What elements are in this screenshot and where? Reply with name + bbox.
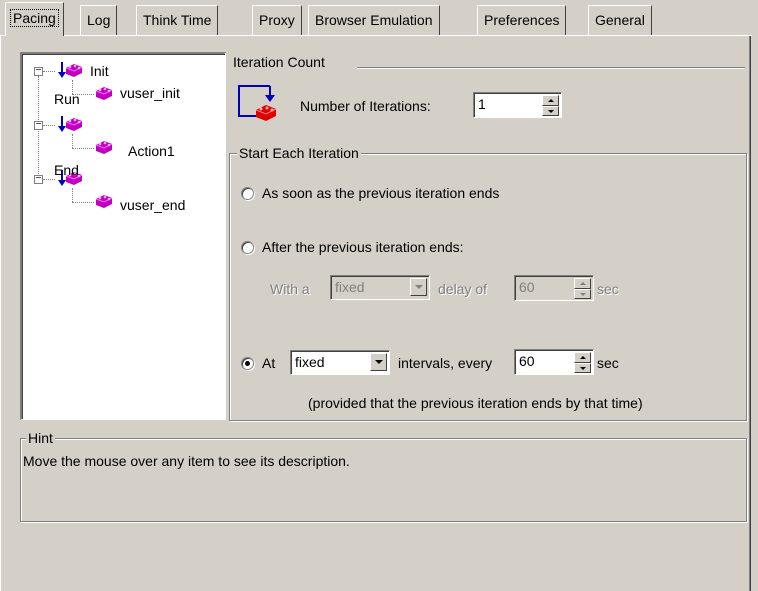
number-of-iterations-label: Number of Iterations: <box>300 98 431 114</box>
hint-group <box>20 438 747 522</box>
spin-up-icon[interactable] <box>542 95 559 106</box>
hint-title: Hint <box>26 430 55 446</box>
tab-pacing[interactable]: Pacing <box>5 2 64 36</box>
interval-type-dropdown[interactable]: fixed <box>290 350 390 375</box>
spin-up-icon[interactable] <box>574 278 591 289</box>
section-icon <box>58 116 83 132</box>
interval-value: 60 <box>519 353 535 369</box>
tree-run-text[interactable]: Run <box>54 90 80 108</box>
action-icon <box>95 195 113 208</box>
tree-border <box>22 54 225 419</box>
delay-type-dropdown[interactable]: fixed <box>330 275 430 300</box>
spin-down-icon[interactable] <box>574 363 591 373</box>
interval-type-value: fixed <box>295 354 325 370</box>
tree-node-vuser-init-label: vuser_init <box>120 85 180 101</box>
tab-panel-left-edge <box>0 35 1 591</box>
action-icon <box>95 87 113 100</box>
tab-log[interactable]: Log <box>80 5 118 35</box>
tree-node-action1-label: Action1 <box>128 143 175 159</box>
section-icon <box>58 62 83 78</box>
chevron-down-icon[interactable] <box>370 353 387 371</box>
action-icon <box>95 141 113 154</box>
hint-text: Move the mouse over any item to see its … <box>23 453 350 469</box>
tab-panel-right-shadow <box>749 36 750 591</box>
iteration-icon <box>238 85 277 121</box>
collapse-icon[interactable]: − <box>34 66 43 76</box>
interval-sec-label: sec <box>597 355 619 371</box>
tree-connector <box>72 148 94 149</box>
tab-panel-border <box>0 35 752 36</box>
delay-value-field[interactable]: 60 <box>514 275 594 301</box>
iteration-count-title: Iteration Count <box>233 54 325 70</box>
interval-value-field[interactable]: 60 <box>514 349 594 375</box>
number-of-iterations-value: 1 <box>478 96 486 112</box>
intervals-every-label: intervals, every <box>398 355 493 371</box>
delay-value: 60 <box>519 279 535 295</box>
tab-log-label: Log <box>87 12 111 28</box>
tab-panel-right-edge <box>750 35 751 591</box>
start-each-iteration-title: Start Each Iteration <box>237 145 361 161</box>
interval-spinner[interactable] <box>574 352 591 373</box>
tree-end-text[interactable]: End <box>54 161 79 179</box>
delay-type-value: fixed <box>335 279 365 295</box>
tab-general[interactable]: General <box>588 5 652 35</box>
iterations-spinner[interactable] <box>542 95 559 116</box>
delay-sec-label: sec <box>597 281 619 297</box>
chevron-down-icon[interactable] <box>410 278 427 296</box>
spin-up-icon[interactable] <box>574 352 591 363</box>
collapse-icon[interactable]: − <box>34 174 43 184</box>
collapse-icon[interactable]: − <box>34 120 43 130</box>
action-tree[interactable]: − Init vuser_init − Run <box>20 52 226 420</box>
option-at-label[interactable]: At <box>262 354 275 372</box>
tab-think-time[interactable]: Think Time <box>136 5 219 35</box>
radio-after-previous[interactable] <box>241 241 254 254</box>
tree-node-init-label: Init <box>90 63 109 79</box>
option-after-previous-label[interactable]: After the previous iteration ends: <box>262 238 464 256</box>
radio-as-soon-as[interactable] <box>241 187 254 200</box>
iteration-count-separator <box>357 67 745 69</box>
tree-connector <box>72 188 73 202</box>
tab-proxy-label: Proxy <box>259 12 295 28</box>
delay-of-label: delay of <box>438 281 488 297</box>
tab-think-time-label: Think Time <box>143 12 212 28</box>
tree-connector <box>72 134 73 148</box>
tab-proxy[interactable]: Proxy <box>252 5 302 35</box>
tab-browser-emulation[interactable]: Browser Emulation <box>308 5 440 35</box>
tab-preferences-label: Preferences <box>484 12 560 28</box>
tree-node-vuser-end-label: vuser_end <box>120 197 186 213</box>
tab-pacing-label: Pacing <box>10 9 59 27</box>
number-of-iterations-field[interactable]: 1 <box>473 92 562 118</box>
with-a-label: With a <box>270 281 310 297</box>
radio-at-intervals[interactable] <box>241 357 254 370</box>
provided-note: (provided that the previous iteration en… <box>308 395 643 411</box>
spin-down-icon[interactable] <box>574 289 591 299</box>
option-as-soon-as-label[interactable]: As soon as the previous iteration ends <box>262 184 499 202</box>
tab-general-label: General <box>595 12 645 28</box>
tab-browser-emulation-label: Browser Emulation <box>315 12 433 28</box>
tab-preferences[interactable]: Preferences <box>477 5 567 35</box>
tree-connector <box>72 202 94 203</box>
delay-spinner[interactable] <box>574 278 591 299</box>
spin-down-icon[interactable] <box>542 106 559 116</box>
